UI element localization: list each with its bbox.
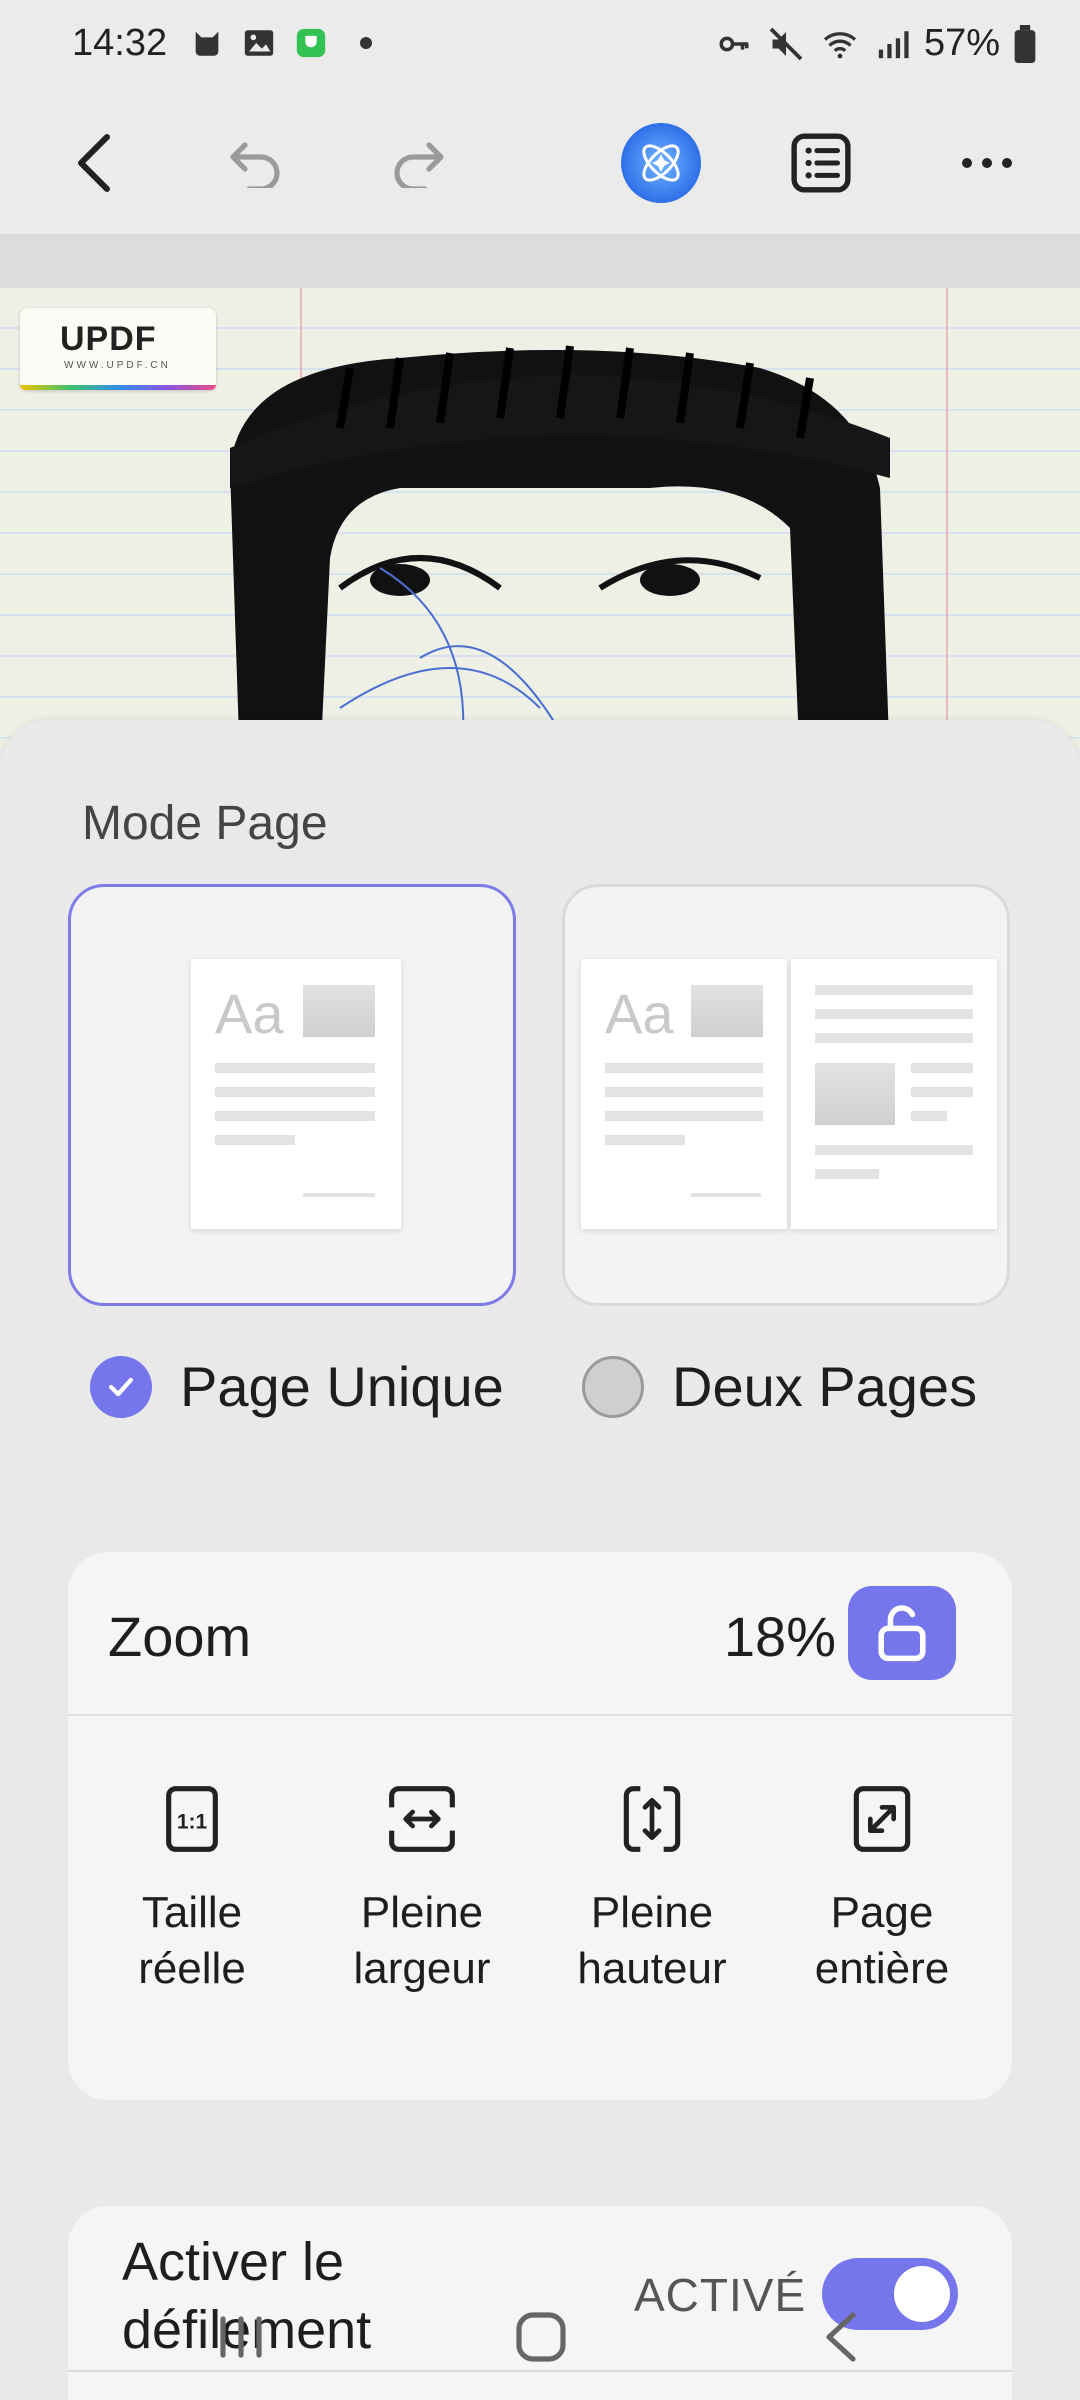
radio-unchecked-icon[interactable] [582,1355,644,1418]
updf-logo: UPDF WWW.UPDF.CN [20,308,216,390]
wifi-icon [823,31,857,58]
zoom-option-line2: hauteur [577,1944,727,1993]
logo-subtext: WWW.UPDF.CN [64,360,171,371]
back-icon [78,134,110,192]
top-toolbar [0,92,1080,234]
zoom-option-line1: Pleine [590,1888,714,1937]
battery-percent: 57% [923,22,1000,64]
home-icon [516,2312,566,2362]
single-page-card[interactable]: Aa [68,884,516,1306]
mute-icon [769,27,803,60]
zoom-option-line1: Pleine [360,1888,484,1937]
outline-button[interactable] [778,120,864,206]
section-title: Mode Page [82,797,328,850]
radio-deux-pages[interactable]: Deux Pages [582,1354,977,1419]
system-back-icon [826,2312,856,2362]
zoom-lock-button[interactable] [848,1586,956,1680]
signal-icon [878,30,909,58]
radio-page-unique[interactable]: Page Unique [90,1354,504,1419]
radio-label-page-unique: Page Unique [180,1355,504,1418]
fit-page-icon [853,1786,911,1852]
undo-icon [230,142,280,188]
outline-icon [791,133,851,193]
status-bar: 14:32 57% [0,0,1080,92]
dot-icon [360,37,372,49]
zoom-option-line2: réelle [138,1944,246,1993]
home-button[interactable] [496,2292,586,2382]
drawing-image [230,345,890,748]
svg-text:1:1: 1:1 [177,1810,208,1833]
two-pages-thumbnail-right [791,959,997,1229]
thumb-aa-text: Aa [215,982,284,1045]
recents-button[interactable] [196,2292,286,2382]
scroll-state-text: ACTIVÉ [634,2269,807,2321]
more-button[interactable] [944,120,1030,206]
fit-height-icon [623,1786,681,1852]
document-page[interactable]: UPDF WWW.UPDF.CN [0,288,1080,748]
two-pages-card[interactable]: Aa [562,884,1010,1306]
thumb-aa-text: Aa [605,982,674,1045]
zoom-label: Zoom [108,1605,252,1668]
ai-assistant-button[interactable] [618,120,704,206]
fit-width-icon [389,1786,455,1852]
actual-size-icon: 1:1 [166,1786,218,1852]
unlock-icon [878,1605,926,1662]
zoom-option-line1: Page [830,1888,934,1937]
radio-checked-icon[interactable] [90,1355,152,1418]
recents-icon [220,2316,262,2358]
zoom-option-line2: entière [814,1944,950,1993]
app-notification-icon [296,28,326,58]
gallery-icon [244,30,274,56]
status-time: 14:32 [72,22,168,64]
zoom-option-line1: Taille [141,1888,243,1937]
scroll-label-line1: Activer le [122,2232,345,2292]
zoom-card: Zoom 18% 1:1 Taille réelle Pleine largeur … [68,1552,1012,2100]
zoom-option-fit-page[interactable]: Page entière [767,1784,997,1997]
logo-text: UPDF [60,320,157,358]
ai-assistant-icon [621,123,701,203]
single-page-thumbnail: Aa [191,959,401,1229]
redo-icon [394,142,444,188]
back-button[interactable] [52,120,138,206]
zoom-option-line2: largeur [353,1944,491,1993]
cat-icon [195,31,219,56]
zoom-option-actual-size[interactable]: 1:1 Taille réelle [77,1784,307,1997]
battery-icon [1014,24,1036,63]
zoom-value: 18% [723,1605,836,1668]
two-pages-thumbnail-left: Aa [581,959,787,1229]
undo-button[interactable] [212,120,298,206]
redo-button[interactable] [376,120,462,206]
key-icon [719,36,749,51]
system-back-button[interactable] [796,2292,886,2382]
more-icon [962,158,1012,168]
radio-label-deux-pages: Deux Pages [672,1355,978,1418]
toolbar-divider [0,234,1080,288]
zoom-option-fit-width[interactable]: Pleine largeur [307,1784,537,1997]
zoom-option-fit-height[interactable]: Pleine hauteur [537,1784,767,1997]
zoom-divider [68,1714,1012,1716]
